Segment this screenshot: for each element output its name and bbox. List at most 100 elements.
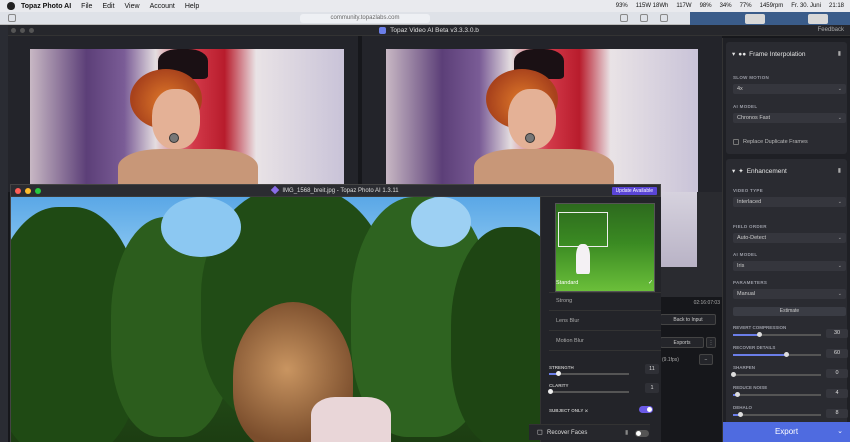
parameters-select[interactable]: Manual ⌄ <box>733 289 846 299</box>
desktop-drive-icon[interactable] <box>745 14 765 24</box>
exports-button[interactable]: Exports <box>660 337 704 348</box>
menu-help[interactable]: Help <box>185 3 199 10</box>
new-tab-icon[interactable] <box>640 14 648 22</box>
chevron-down-icon: ⌄ <box>837 86 842 92</box>
collapse-button[interactable]: − <box>699 354 713 365</box>
slider-value[interactable]: 60 <box>826 349 848 358</box>
model-option[interactable]: Lens Blur <box>549 311 661 331</box>
slider-track[interactable] <box>731 372 821 377</box>
recover-faces-toggle[interactable] <box>635 430 649 437</box>
photo-canvas[interactable] <box>11 197 541 442</box>
update-available-button[interactable]: Update Available <box>611 187 657 195</box>
checkbox-box[interactable] <box>733 139 739 145</box>
close-button[interactable] <box>15 188 21 194</box>
slider-knob[interactable] <box>783 352 789 357</box>
lock-icon[interactable]: ▮ <box>625 425 628 441</box>
sidebar-icon[interactable] <box>8 14 16 22</box>
status-item[interactable]: 77% <box>740 3 752 9</box>
model-option[interactable]: Motion Blur <box>549 331 661 351</box>
slider-track[interactable] <box>733 332 821 337</box>
replace-duplicate-checkbox[interactable]: Replace Duplicate Frames <box>733 139 808 145</box>
lock-icon[interactable]: ▮ <box>838 167 841 174</box>
tabs-icon[interactable] <box>660 14 668 22</box>
enhancement-slider-row[interactable]: DEHALO 8 <box>733 405 848 419</box>
menu-date[interactable]: Fr. 30. Juni <box>791 3 821 9</box>
slider-track[interactable] <box>733 352 821 357</box>
slow-motion-select[interactable]: 4x ⌄ <box>733 84 846 94</box>
status-item[interactable]: 117W <box>676 3 691 9</box>
status-item[interactable]: 98% <box>700 3 712 9</box>
subject-only-toggle[interactable] <box>639 406 653 413</box>
minimize-button[interactable] <box>20 28 25 33</box>
enh-ai-model-select[interactable]: Iris ⌄ <box>733 261 846 271</box>
chevron-down-icon[interactable]: ▾ <box>732 50 735 58</box>
field-order-label: FIELD ORDER <box>733 224 767 229</box>
menu-edit[interactable]: Edit <box>102 3 114 10</box>
slider-value[interactable]: 4 <box>826 389 848 398</box>
slider-value[interactable]: 0 <box>826 369 848 378</box>
slider-value[interactable]: 8 <box>826 409 848 418</box>
slow-motion-value: 4x <box>737 86 743 92</box>
feedback-link[interactable]: Feedback <box>818 25 844 36</box>
status-item[interactable]: 93% <box>616 3 628 9</box>
status-item[interactable]: 115W 18Wh <box>636 3 669 9</box>
close-button[interactable] <box>11 28 16 33</box>
frame-interp-header[interactable]: ▾ ●● Frame Interpolation <box>732 50 806 59</box>
enhancement-slider-row[interactable]: REDUCE NOISE 4 <box>733 385 848 399</box>
url-field[interactable]: community.topazlabs.com <box>300 14 430 23</box>
lock-icon[interactable]: ▮ <box>838 50 841 57</box>
desktop-drive-icon[interactable] <box>808 14 828 24</box>
slider-track[interactable] <box>733 412 821 417</box>
menu-view[interactable]: View <box>125 3 140 10</box>
enhancement-slider-row[interactable]: REVERT COMPRESSION 30 <box>733 325 848 339</box>
slider-knob[interactable] <box>738 412 744 417</box>
strength-value[interactable]: 11 <box>645 364 659 374</box>
exports-menu-icon[interactable]: ⋮ <box>706 337 716 348</box>
apple-icon[interactable] <box>7 2 15 10</box>
menu-account[interactable]: Account <box>150 3 175 10</box>
chevron-down-icon[interactable]: ⌄ <box>837 422 843 442</box>
photo-window-titlebar[interactable]: IMG_1568_breit.jpg - Topaz Photo AI 1.3.… <box>11 185 660 197</box>
menu-file[interactable]: File <box>81 3 92 10</box>
menu-time[interactable]: 21:18 <box>829 3 844 9</box>
fi-ai-model-label: AI MODEL <box>733 104 758 109</box>
slider-value[interactable]: 30 <box>826 329 848 338</box>
slider-label: DEHALO <box>733 405 752 410</box>
fi-ai-model-select[interactable]: Chronos Fast ⌄ <box>733 113 846 123</box>
enhancement-slider-row[interactable]: RECOVER DETAILS 60 <box>733 345 848 359</box>
estimate-button[interactable]: Estimate <box>733 307 846 316</box>
export-button[interactable]: Export ⌄ <box>723 422 850 442</box>
status-item[interactable]: 34% <box>720 3 732 9</box>
slider-knob[interactable] <box>734 392 740 397</box>
share-icon[interactable] <box>620 14 628 22</box>
slider-track[interactable] <box>733 392 821 397</box>
viewport-box[interactable] <box>558 212 608 247</box>
zoom-button[interactable] <box>29 28 34 33</box>
model-option[interactable]: Strong <box>549 291 661 311</box>
recover-faces-row[interactable]: ◻ Recover Faces ▮ <box>529 424 650 440</box>
slider-knob[interactable] <box>757 332 763 337</box>
video-type-select[interactable]: Interlaced ⌄ <box>733 197 846 207</box>
enhancement-section: ▾ ✦ Enhancement ▮ VIDEO TYPE Interlaced ⌄ F… <box>726 159 848 442</box>
window-controls <box>11 28 34 33</box>
minimize-button[interactable] <box>25 188 31 194</box>
field-order-select[interactable]: Auto-Detect ⌄ <box>733 233 846 243</box>
slider-knob[interactable] <box>731 372 736 377</box>
clarity-slider[interactable] <box>547 389 629 394</box>
enhancement-header[interactable]: ▾ ✦ Enhancement <box>732 167 787 176</box>
zoom-button[interactable] <box>35 188 41 194</box>
preview-output-lower <box>661 192 722 297</box>
strength-slider[interactable] <box>549 371 629 376</box>
slider-label: REVERT COMPRESSION <box>733 325 787 330</box>
model-option[interactable]: Standard ✓ <box>549 273 661 293</box>
chevron-down-icon[interactable]: ▾ <box>732 167 735 175</box>
photo-ai-window: IMG_1568_breit.jpg - Topaz Photo AI 1.3.… <box>10 184 661 442</box>
subject-icon: ⨯ <box>584 408 589 413</box>
enhancement-slider-row[interactable]: SHARPEN 0 <box>731 365 848 379</box>
status-item[interactable]: 1459rpm <box>760 3 784 9</box>
parameters-label: PARAMETERS <box>733 280 768 285</box>
clarity-value[interactable]: 1 <box>645 383 659 393</box>
back-to-input-button[interactable]: Back to Input <box>660 314 716 325</box>
video-window-titlebar[interactable]: Topaz Video AI Beta v3.3.3.0.b Feedback <box>8 25 850 36</box>
menu-app-name[interactable]: Topaz Photo AI <box>21 3 71 10</box>
